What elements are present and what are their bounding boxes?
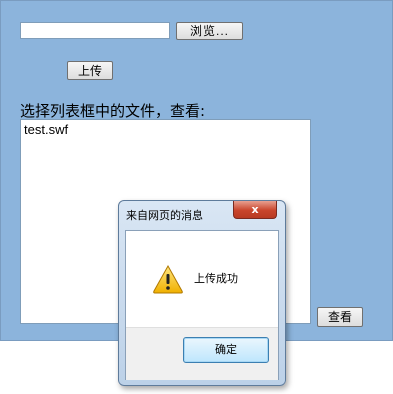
dialog-message: 上传成功 xyxy=(194,272,238,285)
list-item[interactable]: test.swf xyxy=(24,122,68,137)
dialog-footer: 确定 xyxy=(126,327,278,380)
file-path-input[interactable] xyxy=(20,22,170,39)
dialog-body: 上传成功 确定 xyxy=(125,230,279,380)
view-button[interactable]: 查看 xyxy=(317,307,363,327)
browse-button[interactable]: 浏览... xyxy=(176,22,243,40)
alert-dialog: 来自网页的消息 x 上传成功 确定 xyxy=(118,200,286,386)
upload-button[interactable]: 上传 xyxy=(67,61,113,80)
dialog-title: 来自网页的消息 xyxy=(126,209,203,222)
ok-button[interactable]: 确定 xyxy=(183,337,269,363)
close-button[interactable]: x xyxy=(233,201,277,219)
warning-icon xyxy=(153,264,183,294)
close-icon: x xyxy=(251,203,259,216)
instruction-label: 选择列表框中的文件，查看: xyxy=(20,102,206,120)
